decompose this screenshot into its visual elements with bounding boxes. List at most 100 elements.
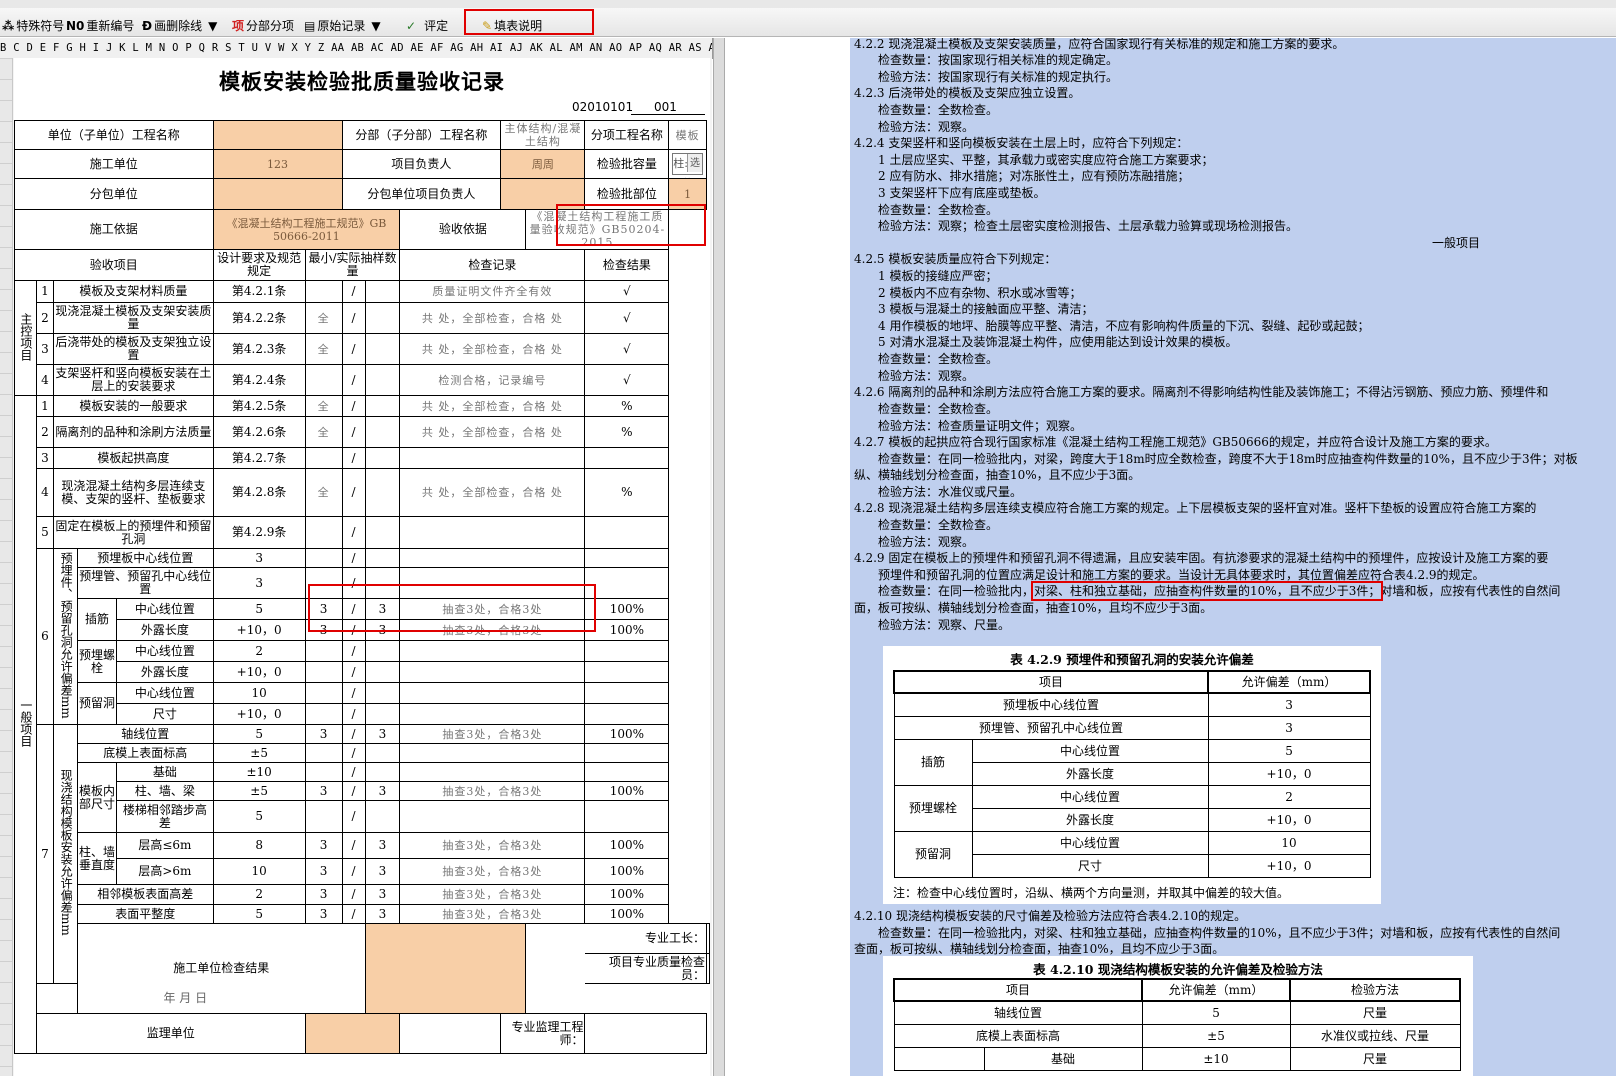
sample-min[interactable] bbox=[304, 640, 343, 662]
sample-actual[interactable]: 3 bbox=[364, 832, 401, 859]
record-cell[interactable] bbox=[399, 743, 586, 763]
sample-min[interactable] bbox=[304, 703, 343, 725]
contractor-field[interactable]: 123 bbox=[212, 149, 343, 179]
original-record-button[interactable]: ▤ 原始记录 ▼ bbox=[304, 16, 381, 36]
record-cell[interactable]: 共 处，全部检查，合格 处 bbox=[399, 333, 586, 365]
result-cell[interactable]: √ bbox=[584, 280, 670, 303]
record-cell[interactable] bbox=[399, 762, 586, 782]
sample-min[interactable] bbox=[304, 743, 343, 763]
sample-actual[interactable] bbox=[364, 468, 401, 517]
subdivision-value[interactable]: 主体结构/混凝土结构 bbox=[500, 120, 586, 150]
result-cell[interactable] bbox=[584, 661, 670, 683]
record-cell[interactable] bbox=[399, 800, 586, 833]
special-symbol-button[interactable]: ⁂ 特殊符号 bbox=[2, 16, 64, 36]
record-cell[interactable] bbox=[399, 516, 586, 549]
result-cell[interactable]: % bbox=[584, 395, 670, 417]
spreadsheet-pane[interactable]: 模板安装检验批质量验收记录 02010101 001 单位（子单位）工程名称 分… bbox=[0, 58, 712, 1076]
sample-min[interactable] bbox=[304, 364, 343, 396]
result-cell[interactable] bbox=[584, 640, 670, 662]
sample-actual[interactable]: 3 bbox=[364, 781, 401, 801]
sample-actual[interactable]: 3 bbox=[364, 858, 401, 885]
sample-min[interactable] bbox=[304, 762, 343, 782]
foreman-field[interactable] bbox=[706, 923, 710, 954]
result-cell[interactable]: √ bbox=[584, 364, 670, 396]
result-cell[interactable] bbox=[584, 516, 670, 549]
result-cell[interactable] bbox=[584, 682, 670, 704]
sample-min[interactable]: 3 bbox=[304, 832, 343, 859]
record-cell[interactable]: 抽查3处，合格3处 bbox=[399, 904, 586, 924]
record-cell[interactable]: 共 处，全部检查，合格 处 bbox=[399, 468, 586, 517]
record-cell[interactable] bbox=[399, 447, 586, 469]
result-cell[interactable] bbox=[584, 800, 670, 833]
capacity-cell[interactable]: 柱:10件选 bbox=[668, 149, 707, 179]
sample-min[interactable] bbox=[304, 280, 343, 303]
result-cell[interactable]: 100% bbox=[584, 781, 670, 801]
record-cell[interactable]: 抽查3处，合格3处 bbox=[399, 832, 586, 859]
sample-min[interactable]: 全 bbox=[304, 468, 343, 517]
sample-min[interactable] bbox=[304, 548, 343, 568]
sample-actual[interactable] bbox=[364, 800, 401, 833]
supervisor-engineer-field[interactable] bbox=[584, 1013, 707, 1054]
sample-min[interactable] bbox=[304, 682, 343, 704]
capacity-select-button[interactable]: 选 bbox=[687, 154, 702, 172]
result-cell[interactable]: √ bbox=[584, 302, 670, 334]
sample-actual[interactable] bbox=[364, 395, 401, 417]
result-cell[interactable]: √ bbox=[584, 333, 670, 365]
instructions-pane[interactable]: 4.2.2 现浇混凝土模板及支架安装质量，应符合国家现行有关标准的规定和施工方案… bbox=[850, 38, 1616, 1076]
result-cell[interactable]: 100% bbox=[584, 598, 670, 620]
sample-min[interactable] bbox=[304, 516, 343, 549]
sample-min[interactable]: 全 bbox=[304, 395, 343, 417]
sample-actual[interactable]: 3 bbox=[364, 884, 401, 905]
record-cell[interactable] bbox=[399, 682, 586, 704]
sample-actual[interactable]: 3 bbox=[364, 904, 401, 924]
sample-actual[interactable] bbox=[364, 682, 401, 704]
capacity-input[interactable]: 柱:10件选 bbox=[672, 153, 703, 178]
result-cell[interactable] bbox=[584, 743, 670, 763]
result-cell[interactable] bbox=[584, 703, 670, 725]
sample-min[interactable]: 3 bbox=[304, 904, 343, 924]
result-cell[interactable]: 100% bbox=[584, 884, 670, 905]
sample-min[interactable]: 3 bbox=[304, 884, 343, 905]
sample-actual[interactable] bbox=[364, 743, 401, 763]
subitem-value[interactable]: 模板 bbox=[668, 120, 707, 150]
result-cell[interactable]: 100% bbox=[584, 904, 670, 924]
sample-actual[interactable] bbox=[364, 302, 401, 334]
sample-actual[interactable] bbox=[364, 762, 401, 782]
result-cell[interactable] bbox=[584, 762, 670, 782]
sample-actual[interactable] bbox=[364, 640, 401, 662]
renumber-button[interactable]: N0 重新编号 bbox=[66, 16, 134, 36]
sample-min[interactable] bbox=[304, 661, 343, 683]
pane-splitter[interactable] bbox=[713, 38, 725, 1076]
sample-actual[interactable] bbox=[364, 364, 401, 396]
record-cell[interactable]: 抽查3处，合格3处 bbox=[399, 858, 586, 885]
pm-field[interactable]: 周周 bbox=[500, 149, 586, 179]
subcontractor-field[interactable] bbox=[212, 178, 343, 210]
sample-actual[interactable] bbox=[364, 703, 401, 725]
unit-project-field[interactable] bbox=[212, 120, 343, 150]
result-cell[interactable] bbox=[584, 567, 670, 599]
sample-actual[interactable] bbox=[364, 661, 401, 683]
sample-actual[interactable] bbox=[364, 516, 401, 549]
sample-min[interactable]: 全 bbox=[304, 416, 343, 448]
result-cell[interactable] bbox=[584, 548, 670, 568]
record-cell[interactable] bbox=[399, 640, 586, 662]
strikethrough-button[interactable]: Ð 画删除线 ▼ bbox=[142, 16, 217, 36]
record-cell[interactable]: 抽查3处，合格3处 bbox=[399, 781, 586, 801]
result-cell[interactable]: % bbox=[584, 416, 670, 448]
sample-actual[interactable]: 3 bbox=[364, 724, 401, 744]
supervisor-field[interactable] bbox=[304, 1013, 401, 1054]
sample-min[interactable]: 3 bbox=[304, 858, 343, 885]
evaluate-button[interactable]: ✓ 评定 bbox=[406, 16, 448, 36]
basis-value[interactable]: 《混凝土结构工程施工规范》GB 50666-2011 bbox=[212, 209, 401, 250]
dropdown-arrow-icon[interactable]: ▼ bbox=[371, 19, 380, 33]
sample-actual[interactable] bbox=[364, 333, 401, 365]
result-cell[interactable]: 100% bbox=[584, 724, 670, 744]
result-cell[interactable]: 100% bbox=[584, 858, 670, 885]
record-cell[interactable] bbox=[399, 661, 586, 683]
result-cell[interactable]: % bbox=[584, 468, 670, 517]
sample-actual[interactable] bbox=[364, 548, 401, 568]
result-cell[interactable] bbox=[584, 447, 670, 469]
record-cell[interactable] bbox=[399, 548, 586, 568]
result-cell[interactable]: 100% bbox=[584, 832, 670, 859]
sample-min[interactable]: 全 bbox=[304, 333, 343, 365]
